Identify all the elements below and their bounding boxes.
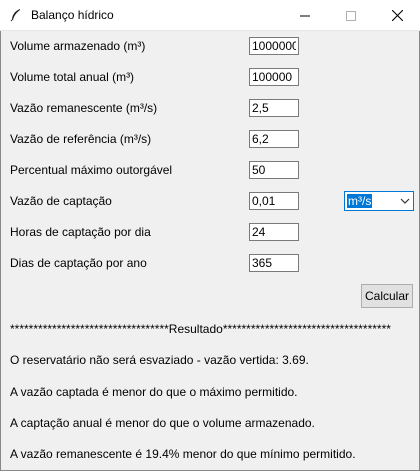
label-volume-armazenado: Volume armazenado (m³)	[10, 39, 146, 53]
title-bar: Balanço hídrico	[0, 0, 420, 31]
label-vazao-referencia: Vazão de referência (m³/s)	[10, 132, 152, 146]
result-line-1: O reservatário não será esvaziado - vazã…	[10, 353, 309, 367]
minimize-icon	[300, 15, 310, 16]
vazao-referencia-input[interactable]	[249, 130, 299, 148]
result-line-3: A captação anual é menor do que o volume…	[10, 416, 315, 430]
main-window: Volume armazenado (m³) Volume total anua…	[0, 31, 420, 471]
label-horas-captacao: Horas de captação por dia	[10, 225, 151, 239]
close-button[interactable]	[374, 0, 420, 31]
maximize-icon	[346, 10, 356, 21]
label-vazao-remanescente: Vazão remanescente (m³/s)	[10, 101, 158, 115]
result-line-4: A vazão remanescente é 19.4% menor do qu…	[10, 447, 356, 461]
result-line-2: A vazão captada é menor do que o máximo …	[10, 385, 298, 399]
vazao-remanescente-input[interactable]	[249, 99, 299, 117]
minimize-button[interactable]	[282, 0, 328, 31]
unit-select-value: m³/s	[347, 194, 373, 208]
feather-icon	[10, 9, 20, 22]
dias-captacao-input[interactable]	[249, 254, 299, 272]
percentual-maximo-input[interactable]	[249, 161, 299, 179]
maximize-button[interactable]	[328, 0, 374, 31]
chevron-down-icon	[400, 198, 410, 204]
label-volume-total-anual: Volume total anual (m³)	[10, 70, 135, 84]
label-percentual-maximo: Percentual máximo outorgável	[10, 163, 173, 177]
result-header: **********************************Result…	[10, 322, 391, 336]
label-vazao-captacao: Vazão de captação	[10, 194, 112, 208]
calculate-button[interactable]: Calcular	[361, 284, 413, 308]
volume-armazenado-input[interactable]	[249, 37, 299, 55]
close-icon	[391, 10, 403, 21]
unit-select[interactable]: m³/s	[344, 191, 414, 211]
horas-captacao-input[interactable]	[249, 223, 299, 241]
window-title: Balanço hídrico	[31, 8, 114, 22]
volume-total-anual-input[interactable]	[249, 68, 299, 86]
vazao-captacao-input[interactable]	[249, 192, 299, 210]
label-dias-captacao: Dias de captação por ano	[10, 256, 147, 270]
